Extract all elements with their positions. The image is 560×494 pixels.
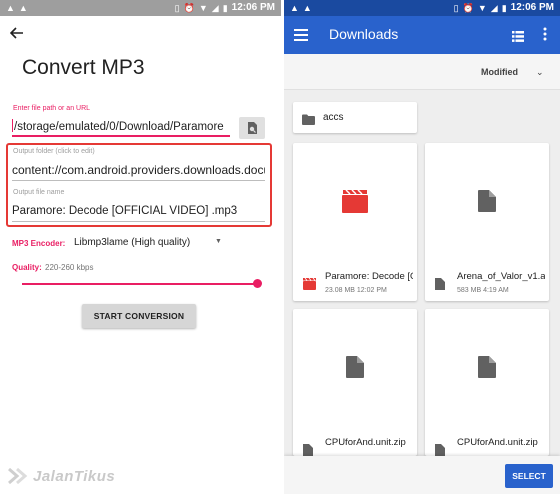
alarm-icon: ⏰ [462, 3, 474, 13]
start-conversion-button[interactable]: START CONVERSION [82, 304, 196, 328]
folder-item[interactable]: accs [293, 102, 417, 133]
file-name: CPUforAnd.unit.zip [457, 437, 538, 448]
file-icon [478, 356, 496, 378]
output-file-input[interactable]: Paramore: Decode [OFFICIAL VIDEO] .mp3 [12, 202, 265, 222]
file-path-label: Enter file path or an URL [13, 105, 91, 112]
file-item[interactable]: Arena_of_Valor_v1.apk 583 MB 4:19 AM [425, 143, 549, 301]
wifi-icon: ▼ [198, 3, 208, 13]
file-thumbnail [425, 143, 549, 259]
sort-dropdown[interactable]: Modified [481, 67, 518, 77]
notification-icon: ▲ [302, 3, 312, 13]
watermark: JalanTikus [7, 466, 115, 486]
browse-file-button[interactable] [239, 117, 265, 139]
file-name: Paramore: Decode [OFFICIAL VIDEO].mp4 [325, 271, 413, 282]
output-folder-input[interactable]: content://com.android.providers.download… [12, 161, 265, 181]
list-view-icon[interactable] [512, 29, 524, 47]
signal-icon: ◢ [490, 3, 498, 13]
status-time: 12:06 PM [510, 2, 554, 13]
file-search-icon [248, 122, 257, 134]
file-icon [346, 356, 364, 378]
sort-bar: Modified ⌄ [284, 54, 560, 90]
quality-value: 220-260 kbps [45, 263, 94, 272]
select-button[interactable]: SELECT [505, 464, 553, 488]
file-icon [478, 190, 496, 212]
chevron-down-icon[interactable]: ⌄ [536, 67, 544, 78]
quality-slider[interactable] [22, 283, 258, 285]
folder-name: accs [323, 112, 344, 123]
encoder-label: MP3 Encoder: [12, 239, 66, 248]
vibrate-icon: ▯ [453, 3, 459, 13]
status-time: 12:06 PM [231, 2, 275, 13]
file-name: Arena_of_Valor_v1.apk [457, 271, 545, 282]
vibrate-icon: ▯ [174, 3, 180, 13]
alarm-icon: ⏰ [183, 3, 195, 13]
video-icon [303, 277, 316, 295]
file-item[interactable]: CPUforAnd.unit.zip [425, 309, 549, 456]
status-bar: ▲ ▲ ▯ ⏰ ▼ ◢ ▮ 12:06 PM [284, 0, 560, 16]
file-name: CPUforAnd.unit.zip [325, 437, 406, 448]
more-options-icon[interactable] [543, 27, 547, 46]
convert-mp3-screen: ▲ ▲ ▯ ⏰ ▼ ◢ ▮ 12:06 PM Convert MP3 Enter… [0, 0, 281, 494]
quality-slider-thumb[interactable] [253, 279, 262, 288]
file-icon [303, 443, 313, 456]
hamburger-menu-icon[interactable] [294, 28, 308, 46]
app-bar-title: Downloads [329, 26, 399, 42]
file-item[interactable]: CPUforAnd.unit.zip [293, 309, 417, 456]
status-bar: ▲ ▲ ▯ ⏰ ▼ ◢ ▮ 12:06 PM [0, 0, 281, 16]
quality-label: Quality: [12, 263, 42, 272]
page-title: Convert MP3 [22, 56, 145, 79]
file-path-value: /storage/emulated/0/Download/Paramore [14, 121, 224, 133]
battery-icon: ▮ [222, 3, 228, 13]
file-meta: 583 MB 4:19 AM [457, 287, 509, 294]
battery-icon: ▮ [501, 3, 507, 13]
watermark-logo [8, 467, 28, 485]
downloads-screen: ▲ ▲ ▯ ⏰ ▼ ◢ ▮ 12:06 PM Downloads Modifie… [284, 0, 560, 494]
file-meta: 23.08 MB 12:02 PM [325, 287, 387, 294]
folder-icon [302, 112, 315, 130]
file-icon [435, 277, 445, 295]
file-icon [435, 443, 445, 456]
bottom-action-bar: SELECT [284, 456, 560, 494]
encoder-select[interactable]: Libmp3lame (High quality) [74, 237, 190, 248]
back-arrow-icon[interactable] [9, 26, 24, 44]
video-icon [342, 189, 368, 213]
output-folder-label: Output folder (click to edit) [13, 148, 95, 155]
wifi-icon: ▼ [477, 3, 487, 13]
app-bar: Downloads [284, 16, 560, 54]
notification-icon: ▲ [290, 3, 299, 13]
file-item[interactable]: Paramore: Decode [OFFICIAL VIDEO].mp4 23… [293, 143, 417, 301]
notification-icon: ▲ [18, 3, 28, 13]
watermark-text: JalanTikus [33, 467, 116, 485]
notification-icon: ▲ [6, 3, 15, 13]
file-path-input[interactable]: /storage/emulated/0/Download/Paramore [12, 119, 230, 137]
output-file-label: Output file name [13, 189, 65, 196]
file-thumbnail [425, 309, 549, 425]
signal-icon: ◢ [211, 3, 219, 13]
file-thumbnail [293, 143, 417, 259]
file-thumbnail [293, 309, 417, 425]
dropdown-arrow-icon[interactable]: ▼ [215, 238, 222, 245]
